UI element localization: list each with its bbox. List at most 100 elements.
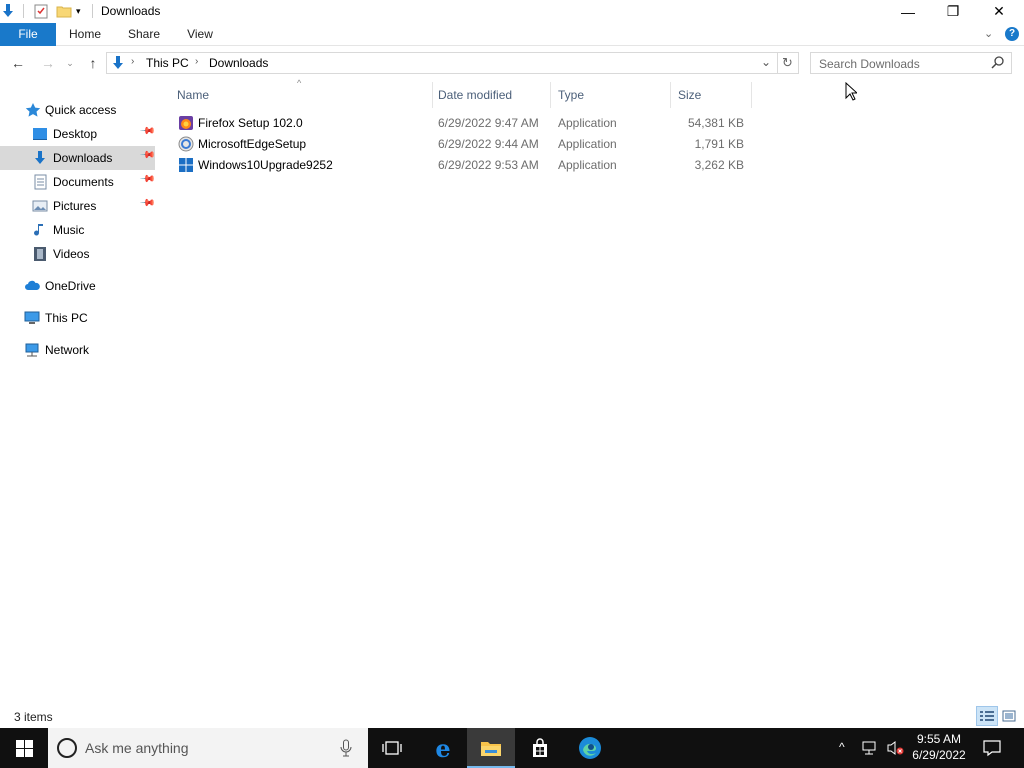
search-input[interactable]: Search Downloads <box>819 57 920 71</box>
documents-folder-icon <box>32 174 48 190</box>
tab-view[interactable]: View <box>180 23 220 46</box>
action-center-icon[interactable] <box>983 739 1001 760</box>
network-status-icon[interactable] <box>862 740 880 759</box>
file-size: 54,381 KB <box>687 116 744 130</box>
properties-icon[interactable] <box>33 3 49 19</box>
close-button[interactable]: ✕ <box>976 0 1022 23</box>
edge-icon <box>579 737 601 759</box>
downloads-location-icon <box>110 55 126 74</box>
mouse-cursor-icon <box>845 81 859 104</box>
sidebar-item-pictures[interactable]: Pictures 📌 <box>0 194 156 218</box>
refresh-button[interactable]: ↻ <box>777 52 799 74</box>
customize-toolbar-dropdown-icon[interactable]: ▾ <box>76 3 86 19</box>
task-view-button[interactable] <box>368 728 416 768</box>
file-name[interactable]: Windows10Upgrade9252 <box>198 155 333 176</box>
file-date: 6/29/2022 9:47 AM <box>438 116 539 130</box>
recent-locations-dropdown[interactable]: ⌄ <box>62 48 78 78</box>
start-button[interactable] <box>0 728 48 768</box>
sidebar-item-this-pc[interactable]: This PC <box>0 306 155 330</box>
volume-muted-icon[interactable] <box>886 740 904 759</box>
sidebar-item-music[interactable]: Music <box>0 218 155 242</box>
taskbar-edge-button[interactable] <box>566 728 614 768</box>
file-name[interactable]: Firefox Setup 102.0 <box>198 113 303 134</box>
show-hidden-icons-chevron-icon[interactable]: ^ <box>839 740 845 754</box>
breadcrumb-separator-icon[interactable]: › <box>131 56 134 67</box>
file-size: 3,262 KB <box>694 158 744 172</box>
tab-home[interactable]: Home <box>62 23 108 46</box>
pin-icon[interactable]: 📌 <box>139 171 156 188</box>
sidebar-item-onedrive[interactable]: OneDrive <box>0 274 155 298</box>
back-button[interactable]: ← <box>7 48 29 78</box>
up-button[interactable]: ↑ <box>82 48 104 78</box>
taskbar-search-input[interactable]: Ask me anything <box>85 740 189 756</box>
restore-button[interactable]: ❐ <box>930 0 976 23</box>
details-view-icon[interactable] <box>976 706 998 726</box>
sidebar-item-network[interactable]: Network <box>0 338 155 362</box>
large-icons-view-icon[interactable] <box>1001 708 1017 727</box>
breadcrumb-downloads[interactable]: Downloads <box>209 56 268 70</box>
search-icon[interactable] <box>991 56 1004 72</box>
column-header-type[interactable]: Type <box>551 82 671 108</box>
column-header-size[interactable]: Size <box>671 82 752 108</box>
pin-icon[interactable]: 📌 <box>139 123 156 140</box>
expand-ribbon-icon[interactable]: ⌄ <box>984 27 993 40</box>
column-header-date-modified[interactable]: Date modified <box>431 82 551 108</box>
sidebar-item-documents[interactable]: Documents 📌 <box>0 170 156 194</box>
taskbar-search-box[interactable]: Ask me anything <box>48 728 368 768</box>
file-explorer-icon <box>481 742 501 756</box>
firefox-installer-icon <box>178 115 194 134</box>
file-list: ^ Name Date modified Type Size Firefox S… <box>170 78 770 282</box>
table-row[interactable]: Windows10Upgrade9252 6/29/2022 9:53 AM A… <box>170 155 752 176</box>
sidebar-item-desktop[interactable]: Desktop 📌 <box>0 122 156 146</box>
cortana-ring-icon <box>57 738 77 758</box>
clock-time: 9:55 AM <box>916 732 962 746</box>
microphone-icon[interactable] <box>340 739 352 760</box>
sidebar-item-downloads[interactable]: Downloads 📌 <box>0 146 156 170</box>
downloads-folder-icon <box>32 150 48 166</box>
taskbar-store-button[interactable] <box>516 728 564 768</box>
breadcrumb-separator-icon[interactable]: › <box>195 56 198 67</box>
window-title: Downloads <box>101 4 161 18</box>
taskbar: Ask me anything e ^ 9:55 AM 6/29/2022 <box>0 728 1024 768</box>
ribbon-tabs: File Home Share View ⌄ ? <box>0 23 1024 46</box>
new-folder-icon[interactable] <box>56 3 72 19</box>
pin-icon[interactable]: 📌 <box>139 195 156 212</box>
address-history-dropdown-icon[interactable]: ⌄ <box>761 55 771 69</box>
clock-date: 6/29/2022 <box>912 748 966 762</box>
music-folder-icon <box>32 222 48 238</box>
navigation-pane: Quick access Desktop 📌 Downloads 📌 Docum… <box>0 96 158 706</box>
taskbar-internet-explorer-button[interactable]: e <box>419 728 467 768</box>
breadcrumb-this-pc[interactable]: This PC <box>146 56 189 70</box>
videos-folder-icon <box>32 246 48 262</box>
pictures-folder-icon <box>32 198 48 214</box>
title-bar: ▾ Downloads — ❐ ✕ <box>0 0 1024 23</box>
tab-share[interactable]: Share <box>122 23 166 46</box>
status-bar: 3 items <box>0 706 1024 728</box>
help-icon[interactable]: ? <box>1005 27 1019 41</box>
nav-quick-access[interactable]: Quick access <box>0 98 155 122</box>
minimize-button[interactable]: — <box>885 0 931 23</box>
onedrive-cloud-icon <box>24 278 40 294</box>
taskbar-file-explorer-button[interactable] <box>467 728 515 768</box>
store-bag-icon <box>533 738 547 757</box>
edge-installer-icon <box>178 136 194 155</box>
pin-icon[interactable]: 📌 <box>139 147 156 164</box>
table-row[interactable]: Firefox Setup 102.0 6/29/2022 9:47 AM Ap… <box>170 113 752 134</box>
sidebar-item-videos[interactable]: Videos <box>0 242 155 266</box>
file-type: Application <box>558 158 617 172</box>
file-date: 6/29/2022 9:44 AM <box>438 137 539 151</box>
search-box[interactable]: Search Downloads <box>810 52 1012 74</box>
tab-file[interactable]: File <box>0 23 56 46</box>
forward-button[interactable]: → <box>37 48 59 78</box>
address-bar[interactable]: › This PC › Downloads ⌄ <box>106 52 778 74</box>
file-name[interactable]: MicrosoftEdgeSetup <box>198 134 306 155</box>
file-size: 1,791 KB <box>694 137 744 151</box>
navigation-bar: ← → ⌄ ↑ › This PC › Downloads ⌄ ↻ Search… <box>0 48 1024 78</box>
column-header-name[interactable]: Name <box>170 82 433 108</box>
file-type: Application <box>558 137 617 151</box>
downloads-arrow-icon <box>0 3 16 19</box>
item-count: 3 items <box>14 710 53 724</box>
file-date: 6/29/2022 9:53 AM <box>438 158 539 172</box>
clock[interactable]: 9:55 AM 6/29/2022 <box>908 731 970 765</box>
table-row[interactable]: MicrosoftEdgeSetup 6/29/2022 9:44 AM App… <box>170 134 752 155</box>
